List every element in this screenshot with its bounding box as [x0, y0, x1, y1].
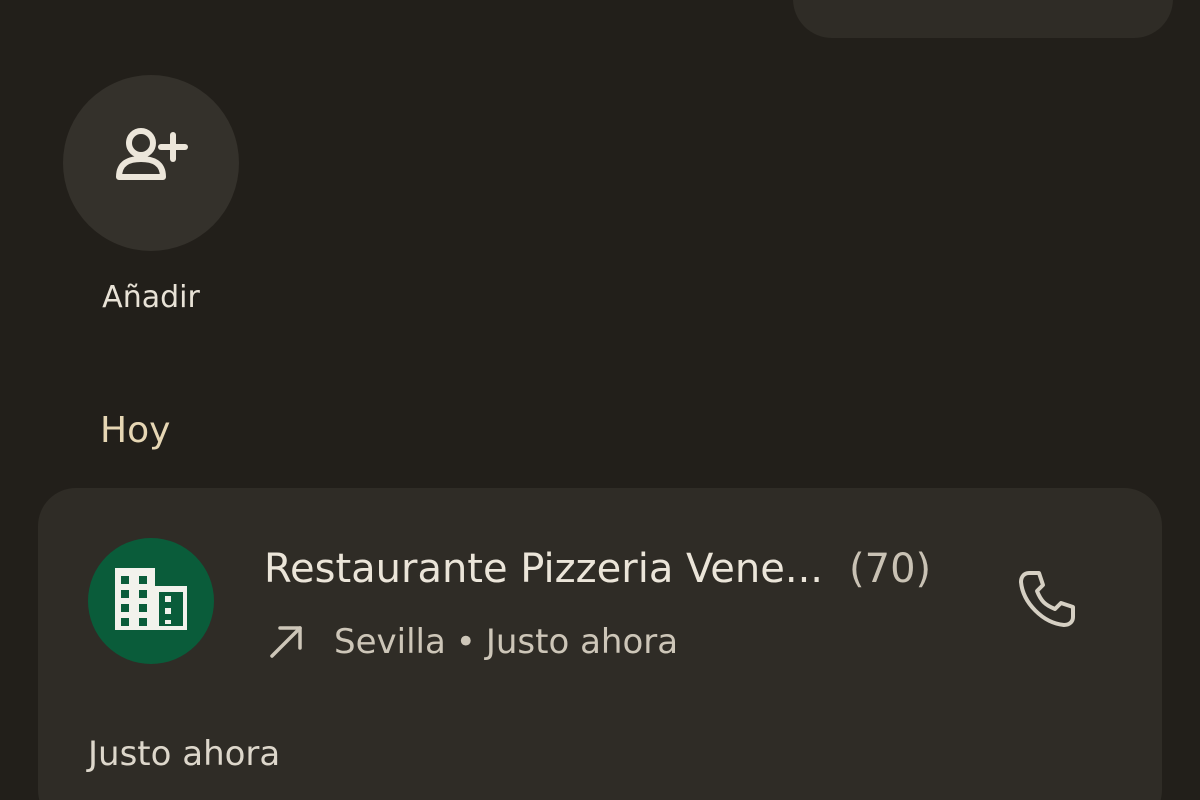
outgoing-call-arrow-icon [264, 620, 308, 664]
recent-call-card[interactable]: Restaurante Pizzeria Vene... (70) Sevill… [38, 488, 1162, 800]
call-details-row: Sevilla • Justo ahora [264, 620, 678, 664]
business-building-icon [113, 566, 189, 636]
contact-name: Restaurante Pizzeria Vene... [264, 546, 824, 592]
contact-avatar[interactable] [88, 538, 214, 664]
favorites-header: Favoritos [100, 0, 253, 8]
contact-title-row: Restaurante Pizzeria Vene... (70) [264, 546, 931, 592]
section-today-heading: Hoy [100, 410, 171, 451]
call-time: Justo ahora [485, 622, 679, 662]
call-count: (70) [849, 546, 932, 592]
contacts-chip[interactable]: Ver contactos [793, 0, 1173, 38]
call-location: Sevilla [334, 622, 446, 662]
person-add-icon [111, 121, 191, 205]
call-back-button[interactable] [1004, 558, 1090, 644]
call-history-time: Justo ahora [88, 734, 281, 774]
phone-app-screen: Favoritos Ver contactos Añadir Hoy [0, 0, 1200, 800]
detail-separator: • [455, 622, 476, 662]
add-favorite-label: Añadir [102, 280, 200, 315]
phone-icon [1015, 567, 1079, 635]
add-favorite-button[interactable] [63, 75, 239, 251]
